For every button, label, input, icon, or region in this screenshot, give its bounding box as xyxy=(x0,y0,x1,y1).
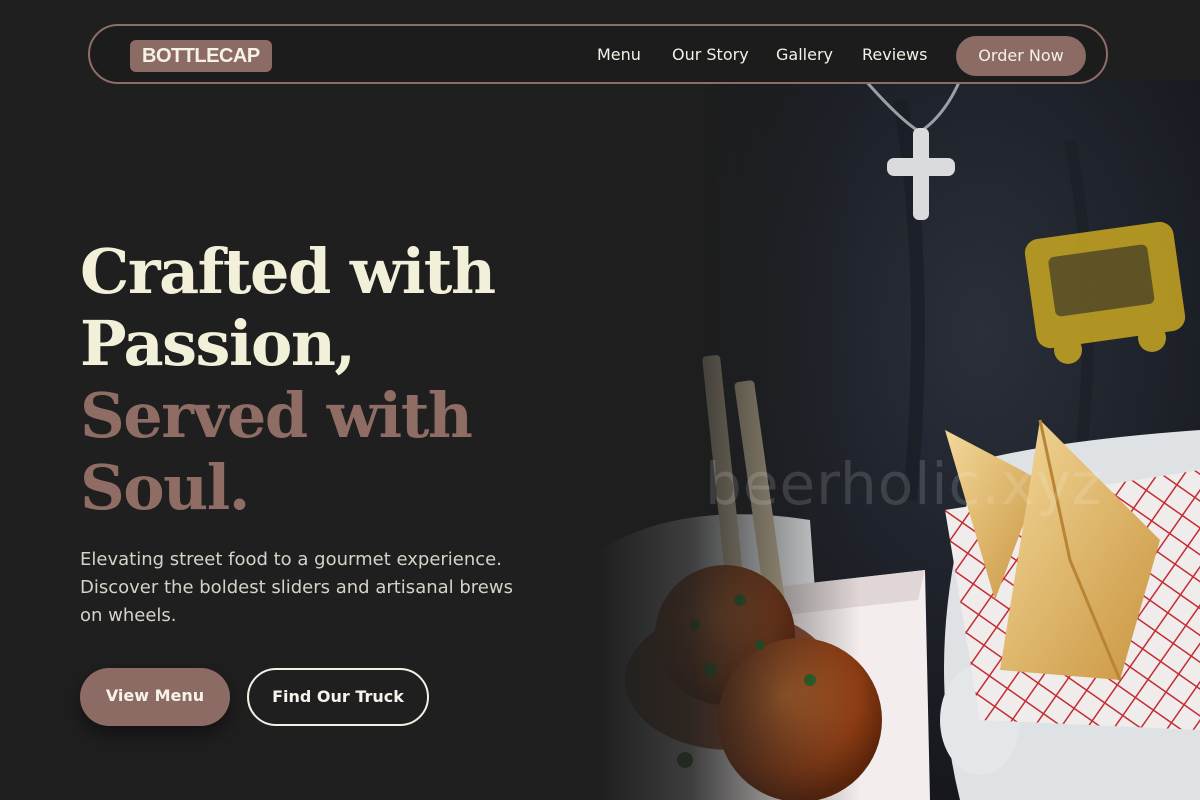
hero-lead-text: Elevating street food to a gourmet exper… xyxy=(80,549,513,626)
nav-link-menu[interactable]: Menu xyxy=(597,45,641,65)
top-navbar: BOTTLECAP Menu Our Story Gallery Reviews… xyxy=(88,24,1108,84)
find-our-truck-button[interactable]: Find Our Truck xyxy=(247,668,429,726)
headline-line-1: Crafted with xyxy=(80,235,496,308)
headline-line-2: Passion, xyxy=(80,307,356,380)
nav-link-gallery[interactable]: Gallery xyxy=(776,45,833,65)
view-menu-button[interactable]: View Menu xyxy=(80,668,230,726)
hero-image: beerholic.xyz xyxy=(600,80,1200,800)
headline-line-4: Soul. xyxy=(80,451,250,524)
nav-link-our-story[interactable]: Our Story xyxy=(672,45,749,65)
nav-link-reviews[interactable]: Reviews xyxy=(862,45,927,65)
hero-photo-illustration xyxy=(600,80,1200,800)
order-now-button[interactable]: Order Now xyxy=(956,36,1086,76)
brand-logo[interactable]: BOTTLECAP xyxy=(130,40,272,72)
watermark-text: beerholic.xyz xyxy=(705,450,1103,518)
hero-headline: Crafted with Passion, Served with Soul. xyxy=(80,235,496,524)
headline-line-3: Served with xyxy=(80,379,473,452)
